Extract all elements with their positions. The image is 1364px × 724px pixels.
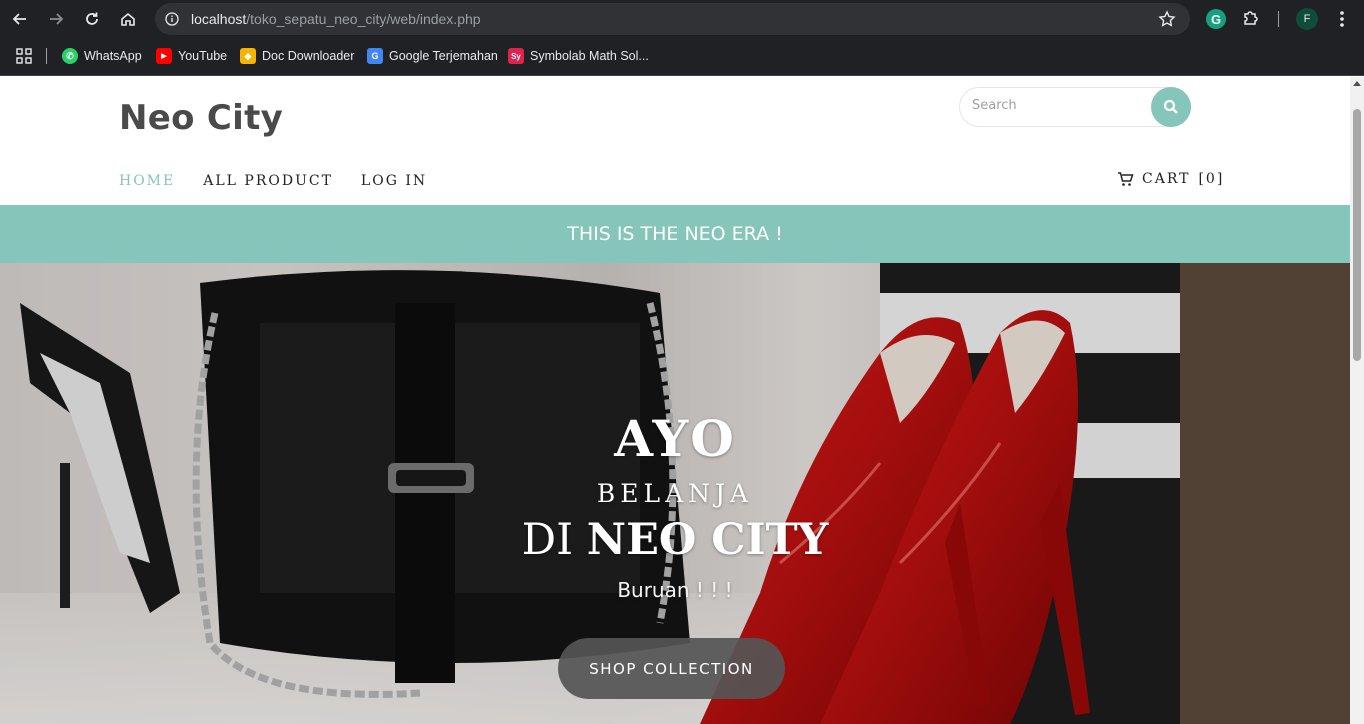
grammarly-extension-icon[interactable]: G (1206, 9, 1226, 29)
search-button[interactable] (1151, 87, 1191, 127)
apps-grid-icon[interactable] (16, 48, 32, 64)
search-icon (1163, 99, 1178, 114)
home-icon[interactable] (115, 7, 141, 31)
promo-banner: THIS IS THE NEO ERA ! (0, 205, 1350, 263)
url-path: /toko_sepatu_neo_city/web/index.php (246, 11, 481, 27)
search-box (959, 87, 1191, 127)
bookmarks-divider (46, 48, 47, 64)
bookmark-google-translate[interactable]: G Google Terjemahan (367, 48, 498, 64)
bookmark-label: Google Terjemahan (389, 49, 498, 63)
toolbar-divider (1278, 11, 1279, 27)
hero-section: AYO BELANJA DI NEO CITY Buruan ! ! ! SHO… (0, 263, 1350, 724)
site-brand[interactable]: Neo City (119, 98, 283, 138)
forward-icon[interactable] (43, 7, 69, 31)
menu-log-in[interactable]: LOG IN (361, 173, 427, 189)
bookmark-symbolab[interactable]: Sy Symbolab Math Sol... (508, 48, 649, 64)
page-viewport: Neo City HOME ALL PRODUCT LOG IN CART [0… (0, 77, 1350, 724)
cart-icon (1118, 172, 1134, 186)
browser-toolbar: localhost/toko_sepatu_neo_city/web/index… (0, 0, 1364, 38)
scroll-up-icon[interactable] (1353, 81, 1361, 86)
back-icon[interactable] (7, 7, 33, 31)
bookmark-youtube[interactable]: ▶ YouTube (156, 48, 227, 64)
url-text: localhost/toko_sepatu_neo_city/web/index… (191, 11, 481, 27)
bookmark-doc-downloader[interactable]: ◆ Doc Downloader (240, 48, 354, 64)
menu-all-product[interactable]: ALL PRODUCT (203, 173, 333, 189)
bookmark-label: Symbolab Math Sol... (530, 49, 649, 63)
cart-link[interactable]: CART [0] (1117, 171, 1224, 187)
whatsapp-icon: ✆ (62, 48, 78, 64)
reload-icon[interactable] (79, 7, 105, 31)
bookmark-label: Doc Downloader (262, 49, 355, 63)
search-input[interactable] (972, 98, 1142, 113)
bookmark-label: WhatsApp (84, 49, 142, 63)
site-info-icon[interactable] (165, 12, 179, 31)
hero-line-brand: NEO CITY (586, 515, 829, 565)
doc-downloader-icon: ◆ (240, 48, 256, 64)
address-bar[interactable]: localhost/toko_sepatu_neo_city/web/index… (155, 3, 1190, 35)
bookmark-label: YouTube (178, 49, 228, 63)
bookmark-star-icon[interactable] (1158, 10, 1176, 33)
shop-collection-button[interactable]: SHOP COLLECTION (558, 638, 785, 699)
bookmarks-bar: ✆ WhatsApp ▶ YouTube ◆ Doc Downloader G … (0, 38, 1364, 76)
hero-line-ayo: AYO (614, 409, 736, 468)
browser-menu-icon[interactable] (1333, 9, 1351, 34)
hero-line-di: DI (521, 515, 574, 565)
main-menu: HOME ALL PRODUCT LOG IN (119, 173, 427, 189)
bookmark-whatsapp[interactable]: ✆ WhatsApp (62, 48, 142, 64)
youtube-icon: ▶ (156, 48, 172, 64)
page-scrollbar[interactable] (1350, 77, 1364, 724)
hero-line-buruan: Buruan ! ! ! (617, 578, 733, 602)
google-translate-icon: G (367, 48, 383, 64)
cart-count: [0] (1198, 171, 1225, 187)
profile-avatar[interactable]: F (1296, 8, 1318, 30)
hero-line-belanja: BELANJA (596, 479, 754, 508)
symbolab-icon: Sy (508, 48, 524, 64)
menu-home[interactable]: HOME (119, 173, 175, 189)
extensions-icon[interactable] (1241, 8, 1261, 33)
url-host: localhost (191, 11, 247, 27)
cart-label: CART (1142, 171, 1191, 187)
scrollbar-thumb[interactable] (1353, 109, 1361, 361)
hero-line-neo-city: DI NEO CITY (0, 515, 1350, 565)
